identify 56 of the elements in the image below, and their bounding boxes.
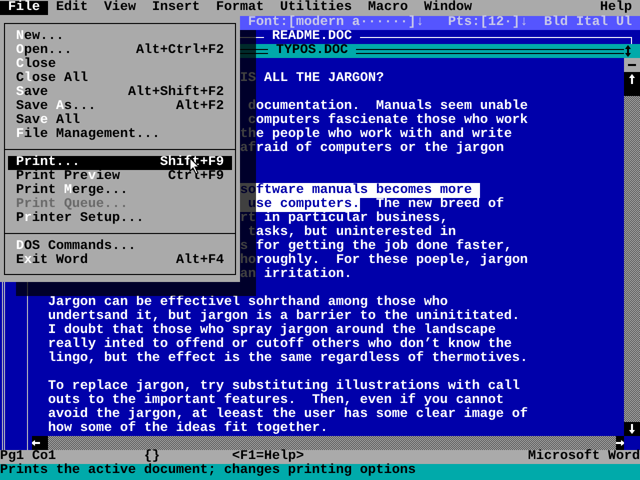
scroll-down-icon[interactable]: [628, 423, 636, 435]
menu-bar-item[interactable]: Utilities: [272, 1, 360, 15]
menu-item[interactable]: Print Merge...: [8, 184, 232, 198]
document-line: an irritation.: [240, 268, 352, 282]
cursor-position: Pg1 Co1: [0, 450, 57, 464]
document-line: documentation. Manuals seem unable: [246, 100, 528, 114]
document-line: To replace jargon, try substituting illustrations with call: [48, 380, 520, 394]
menu-item[interactable]: Close All: [8, 72, 232, 86]
scrollbar-thumb[interactable]: [40, 436, 48, 450]
menu-item[interactable]: Open... Alt+Ctrl+F2: [8, 44, 232, 58]
document-line: rt in particular business,: [240, 212, 448, 226]
menu-item[interactable]: File Management...: [8, 128, 232, 142]
menu-item[interactable]: Close: [8, 58, 232, 72]
horizontal-scrollbar[interactable]: [32, 436, 624, 450]
menu-item[interactable]: DOS Commands...: [8, 240, 232, 254]
style-indicator: {}: [144, 450, 160, 464]
menu-bar-item[interactable]: View: [96, 1, 144, 15]
document-line: lingo, but the effect is the same regardless of thermotives.: [48, 352, 528, 366]
help-hint[interactable]: <F1=Help>: [232, 450, 304, 464]
menu-item[interactable]: Save All: [8, 114, 232, 128]
document-line: avoid the jargon, at leeast the user has some clear image of: [48, 408, 528, 422]
document-line: how some of the ideas fit together.: [48, 422, 328, 436]
document-line: I doubt that those who spray jargon around the landscape: [48, 324, 496, 338]
vertical-scrollbar[interactable]: [624, 58, 640, 436]
window-title: TYPOS.DOC: [275, 44, 349, 58]
app-name: Microsoft Word: [528, 450, 640, 464]
document-line: computers fascienate those who work: [248, 114, 528, 128]
menu-bar-item[interactable]: Insert: [144, 1, 208, 15]
document-line: really inted to offend or cutoff others who don’t know the: [48, 338, 512, 352]
document-line: tasks, but uninterested in: [246, 226, 456, 240]
document-line: IS ALL THE JARGON?: [240, 72, 384, 86]
menu-bar-item[interactable]: Macro: [360, 1, 416, 15]
menu-bar-item[interactable]: Format: [208, 1, 272, 15]
document-line: outs to the important features. Then, even if you cannot: [48, 394, 504, 408]
scroll-up-icon[interactable]: [628, 73, 636, 85]
menu-item[interactable]: Save As... Alt+F2: [8, 100, 232, 114]
document-line: afraid of computers or the jargon: [240, 142, 504, 156]
document-line: the people who work with and write: [240, 128, 512, 142]
menu-bar-item[interactable]: Window: [416, 1, 480, 15]
menu-bar-item[interactable]: Edit: [48, 1, 96, 15]
scrollbar-thumb[interactable]: [624, 86, 640, 96]
document-line: horoughly. For these poeple, jargon: [240, 254, 528, 268]
menu-item[interactable]: Exit Word Alt+F4: [8, 254, 232, 268]
message-bar: Prints the active document; changes printing options: [0, 464, 640, 480]
scroll-left-icon[interactable]: [32, 437, 40, 449]
menu-item[interactable]: Printer Setup...: [8, 212, 232, 226]
resize-icon[interactable]: [624, 45, 632, 57]
scroll-right-icon[interactable]: [616, 437, 624, 449]
document-line: Jargon can be effectivel sohrthand among those who: [48, 296, 448, 310]
window-title: README.DOC: [271, 30, 353, 44]
document-line: undertsand it, but jargon is a barrier to the uninititated.: [48, 310, 520, 324]
menu-item[interactable]: Save Alt+Shift+F2: [8, 86, 232, 100]
menu-item[interactable]: New...: [8, 30, 232, 44]
menu-bar-item[interactable]: Help: [592, 1, 640, 15]
document-line: s for getting the job done faster,: [240, 240, 512, 254]
menu-bar-item[interactable]: File: [0, 1, 48, 15]
